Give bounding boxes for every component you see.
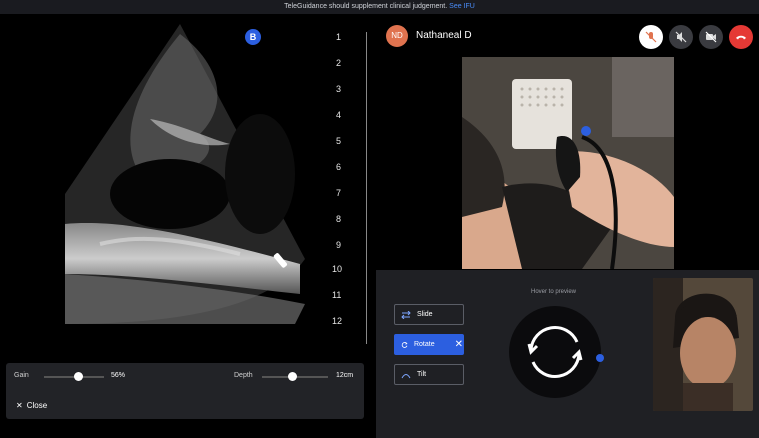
tilt-icon (401, 373, 411, 378)
disclaimer-text: TeleGuidance should supplement clinical … (284, 3, 448, 10)
rotation-handle[interactable] (596, 354, 604, 362)
depth-tick: 6 (336, 162, 342, 172)
depth-tick: 11 (332, 290, 342, 300)
teleguidance-call-panel: ND Nathaneal D Hover to preview Slide Ro… (376, 14, 759, 438)
rotate-guide-disc[interactable] (509, 306, 601, 398)
camera-button[interactable] (699, 25, 723, 49)
depth-tick: 4 (336, 110, 342, 120)
depth-scale: 1 2 3 4 5 6 7 8 9 10 11 12 (332, 32, 376, 342)
depth-tick: 8 (336, 214, 342, 224)
speaker-off-icon (675, 31, 687, 43)
rotate-label: Rotate (413, 341, 435, 348)
depth-tick: 5 (336, 136, 342, 146)
gain-label: Gain (14, 372, 29, 379)
gain-value: 56% (111, 372, 126, 379)
mic-off-icon (645, 31, 657, 43)
end-call-icon (736, 35, 746, 40)
end-call-button[interactable] (729, 25, 753, 49)
orientation-marker-icon: B (245, 29, 261, 45)
depth-tick: 7 (336, 188, 342, 198)
tilt-mode-button[interactable]: Tilt (394, 364, 464, 385)
depth-tick: 1 (336, 32, 342, 42)
hover-hint: Hover to preview (531, 289, 577, 295)
local-video-feed (653, 278, 753, 411)
call-header: ND Nathaneal D (376, 14, 759, 59)
disclaimer-banner: TeleGuidance should supplement clinical … (0, 0, 759, 14)
depth-label: Depth (234, 372, 253, 379)
tilt-label: Tilt (417, 371, 427, 378)
slide-label: Slide (417, 311, 433, 318)
image-controls: Gain 56% Depth 12cm ✕ Close (6, 363, 364, 419)
caller-name: Nathaneal D (416, 30, 472, 41)
slide-mode-button[interactable]: Slide (394, 304, 464, 325)
camera-off-icon (705, 31, 717, 43)
remote-video-feed (462, 57, 674, 269)
depth-tick: 3 (336, 84, 342, 94)
close-label: Close (26, 401, 48, 410)
close-button[interactable]: ✕ Close (16, 401, 47, 410)
clear-rotate-icon[interactable]: ✕ (455, 339, 463, 350)
depth-value: 12cm (336, 372, 354, 379)
probe-indicator-icon (273, 253, 288, 268)
depth-tick: 9 (336, 240, 342, 250)
depth-tick: 10 (332, 264, 343, 274)
rotate-mode-button[interactable]: Rotate ✕ (394, 334, 464, 355)
ultrasound-image (65, 24, 305, 324)
close-icon: ✕ (16, 401, 23, 410)
ultrasound-panel: B 1 2 3 4 5 6 7 8 9 10 11 12 Gain 56% De… (0, 14, 376, 438)
speaker-button[interactable] (669, 25, 693, 49)
gain-slider-knob[interactable] (73, 372, 83, 381)
ifu-link[interactable]: See IFU (449, 3, 475, 10)
avatar: ND (386, 25, 408, 47)
rotate-arrows-icon (527, 325, 583, 379)
depth-tick: 2 (336, 58, 342, 68)
depth-tick: 12 (332, 316, 343, 326)
slide-icon (401, 310, 411, 319)
rotate-icon (401, 341, 408, 348)
depth-slider-knob[interactable] (287, 372, 297, 381)
mute-mic-button[interactable] (639, 25, 663, 49)
